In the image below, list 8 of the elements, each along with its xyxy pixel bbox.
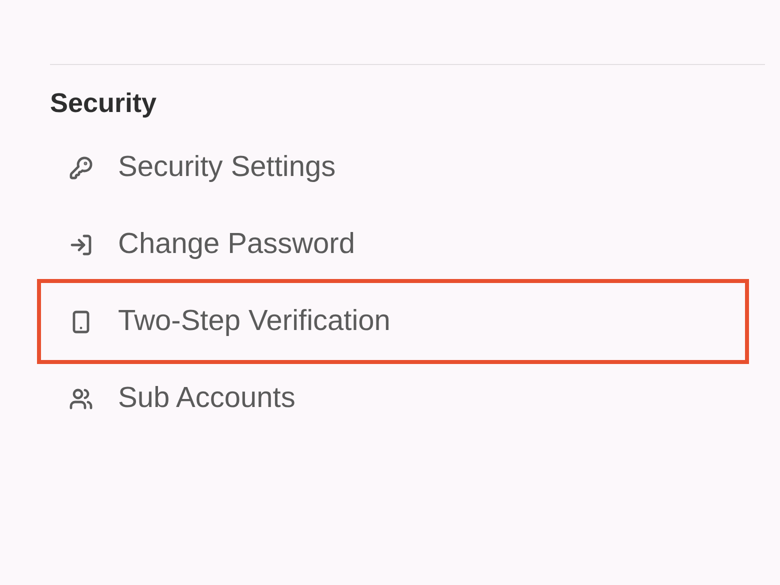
sign-in-icon: [68, 232, 94, 256]
menu-item[interactable]: Sub Accounts: [41, 360, 745, 437]
menu-item[interactable]: Change Password: [41, 206, 745, 283]
key-icon: [68, 156, 94, 180]
section-heading: Security: [50, 87, 158, 119]
menu-item[interactable]: Security Settings: [41, 129, 745, 206]
users-icon: [68, 386, 94, 410]
menu-item[interactable]: Two-Step Verification: [41, 283, 745, 360]
